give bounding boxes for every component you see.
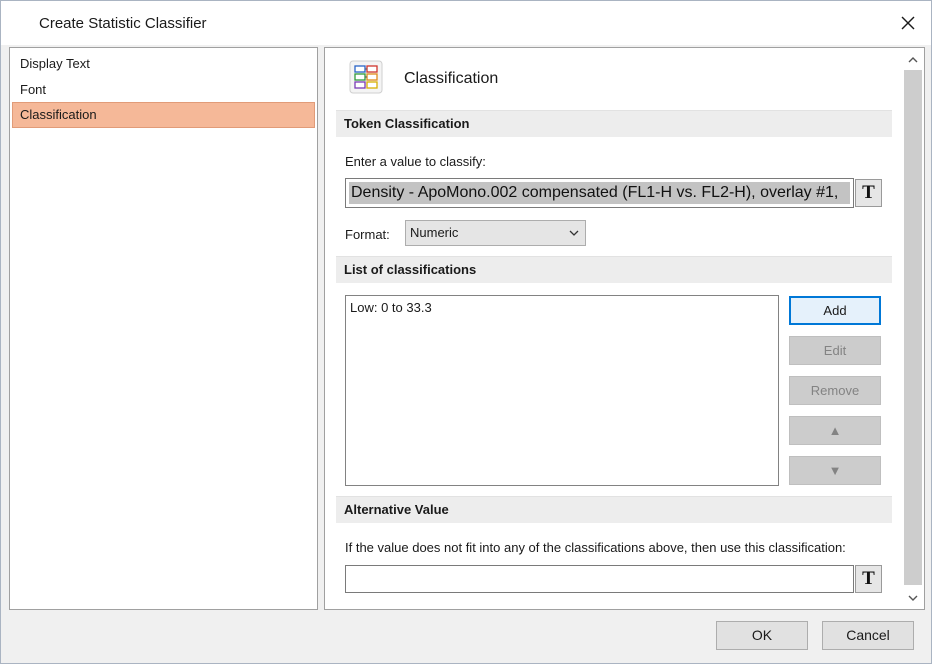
category-list: Display Text Font Classification [9,47,318,610]
vertical-scrollbar[interactable] [902,48,924,609]
classify-prompt-label: Enter a value to classify: [345,154,486,169]
classification-icon [349,60,383,94]
alternative-value-input[interactable] [345,565,854,593]
token-value-field[interactable]: Density - ApoMono.002 compensated (FL1-H… [345,178,854,208]
add-button[interactable]: Add [789,296,881,325]
format-select-value: Numeric [410,225,459,240]
chevron-down-icon [908,595,918,601]
format-label: Format: [345,227,390,242]
content-panel: Classification Token Classification Ente… [324,47,925,610]
remove-button[interactable]: Remove [789,376,881,405]
section-list-of-classifications: List of classifications [336,256,892,283]
scroll-down-button[interactable] [902,588,924,608]
insert-token-button[interactable]: T [855,179,882,207]
chevron-down-icon [569,230,579,236]
scroll-thumb[interactable] [904,70,922,585]
section-alternative-value: Alternative Value [336,496,892,523]
dialog-window: Create Statistic Classifier Display Text… [0,0,932,664]
move-down-button[interactable]: ▼ [789,456,881,485]
cancel-button[interactable]: Cancel [822,621,914,650]
title-bar: Create Statistic Classifier [1,1,931,45]
insert-alternative-token-button[interactable]: T [855,565,882,593]
nav-item-font[interactable]: Font [12,77,315,103]
nav-item-classification[interactable]: Classification [12,102,315,128]
alternative-prompt-label: If the value does not fit into any of th… [345,540,846,555]
list-item[interactable]: Low: 0 to 33.3 [350,299,774,317]
ok-button[interactable]: OK [716,621,808,650]
close-button[interactable] [891,7,925,39]
dialog-title: Create Statistic Classifier [39,15,207,32]
close-icon [901,16,915,30]
chevron-up-icon [908,56,918,62]
content-title: Classification [404,70,499,87]
classification-list[interactable]: Low: 0 to 33.3 [345,295,779,486]
nav-item-display-text[interactable]: Display Text [12,51,315,77]
edit-button[interactable]: Edit [789,336,881,365]
token-chip[interactable]: Density - ApoMono.002 compensated (FL1-H… [349,182,850,204]
scroll-up-button[interactable] [902,49,924,69]
section-token-classification: Token Classification [336,110,892,137]
move-up-button[interactable]: ▲ [789,416,881,445]
format-select[interactable]: Numeric [405,220,586,246]
